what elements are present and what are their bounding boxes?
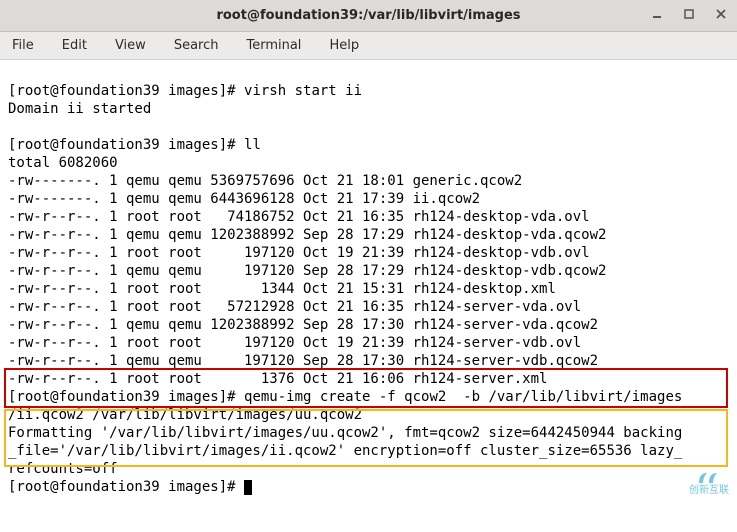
prompt: [root@foundation39 images]# (8, 83, 244, 99)
ls-line: -rw-------. 1 qemu qemu 6443696128 Oct 2… (8, 191, 480, 207)
output-line: Formatting '/var/lib/libvirt/images/uu.q… (8, 425, 682, 441)
cursor-icon (244, 480, 252, 495)
menu-view[interactable]: View (111, 36, 150, 55)
output-line: total 6082060 (8, 155, 118, 171)
ls-line: -rw-r--r--. 1 qemu qemu 1202388992 Sep 2… (8, 227, 606, 243)
ls-line: -rw-r--r--. 1 root root 57212928 Oct 21 … (8, 299, 581, 315)
output-line: Domain ii started (8, 101, 151, 117)
window-title: root@foundation39:/var/lib/libvirt/image… (0, 8, 737, 23)
minimize-icon (652, 9, 662, 19)
maximize-icon (684, 9, 694, 19)
ls-line: -rw-r--r--. 1 root root 74186752 Oct 21 … (8, 209, 590, 225)
ls-line: -rw-r--r--. 1 qemu qemu 197120 Sep 28 17… (8, 263, 606, 279)
ls-line: -rw-r--r--. 1 root root 197120 Oct 19 21… (8, 245, 590, 261)
output-line: _file='/var/lib/libvirt/images/ii.qcow2'… (8, 443, 682, 459)
menu-terminal[interactable]: Terminal (242, 36, 305, 55)
prompt: [root@foundation39 images]# (8, 389, 244, 405)
ls-line: -rw-r--r--. 1 root root 1344 Oct 21 15:3… (8, 281, 556, 297)
menu-edit[interactable]: Edit (58, 36, 91, 55)
close-button[interactable] (711, 4, 731, 24)
ls-line: -rw-------. 1 qemu qemu 5369757696 Oct 2… (8, 173, 522, 189)
window-controls (647, 4, 731, 24)
prompt: [root@foundation39 images]# (8, 479, 244, 495)
menu-help[interactable]: Help (325, 36, 363, 55)
command: virsh start ii (244, 83, 362, 99)
ls-line: -rw-r--r--. 1 qemu qemu 197120 Sep 28 17… (8, 353, 598, 369)
terminal-area[interactable]: [root@foundation39 images]# virsh start … (0, 60, 737, 532)
menubar: File Edit View Search Terminal Help (0, 32, 737, 60)
menu-file[interactable]: File (8, 36, 38, 55)
menu-search[interactable]: Search (170, 36, 223, 55)
command-continued: /ii.qcow2 /var/lib/libvirt/images/uu.qco… (8, 407, 362, 423)
titlebar: root@foundation39:/var/lib/libvirt/image… (0, 0, 737, 32)
maximize-button[interactable] (679, 4, 699, 24)
prompt: [root@foundation39 images]# (8, 137, 244, 153)
ls-line: -rw-r--r--. 1 root root 197120 Oct 19 21… (8, 335, 581, 351)
minimize-button[interactable] (647, 4, 667, 24)
close-icon (716, 9, 726, 19)
command: qemu-img create -f qcow2 -b /var/lib/lib… (244, 389, 682, 405)
ls-line: -rw-r--r--. 1 root root 1376 Oct 21 16:0… (8, 371, 547, 387)
ls-line: -rw-r--r--. 1 qemu qemu 1202388992 Sep 2… (8, 317, 598, 333)
command: ll (244, 137, 261, 153)
output-line: refcounts=off (8, 461, 118, 477)
